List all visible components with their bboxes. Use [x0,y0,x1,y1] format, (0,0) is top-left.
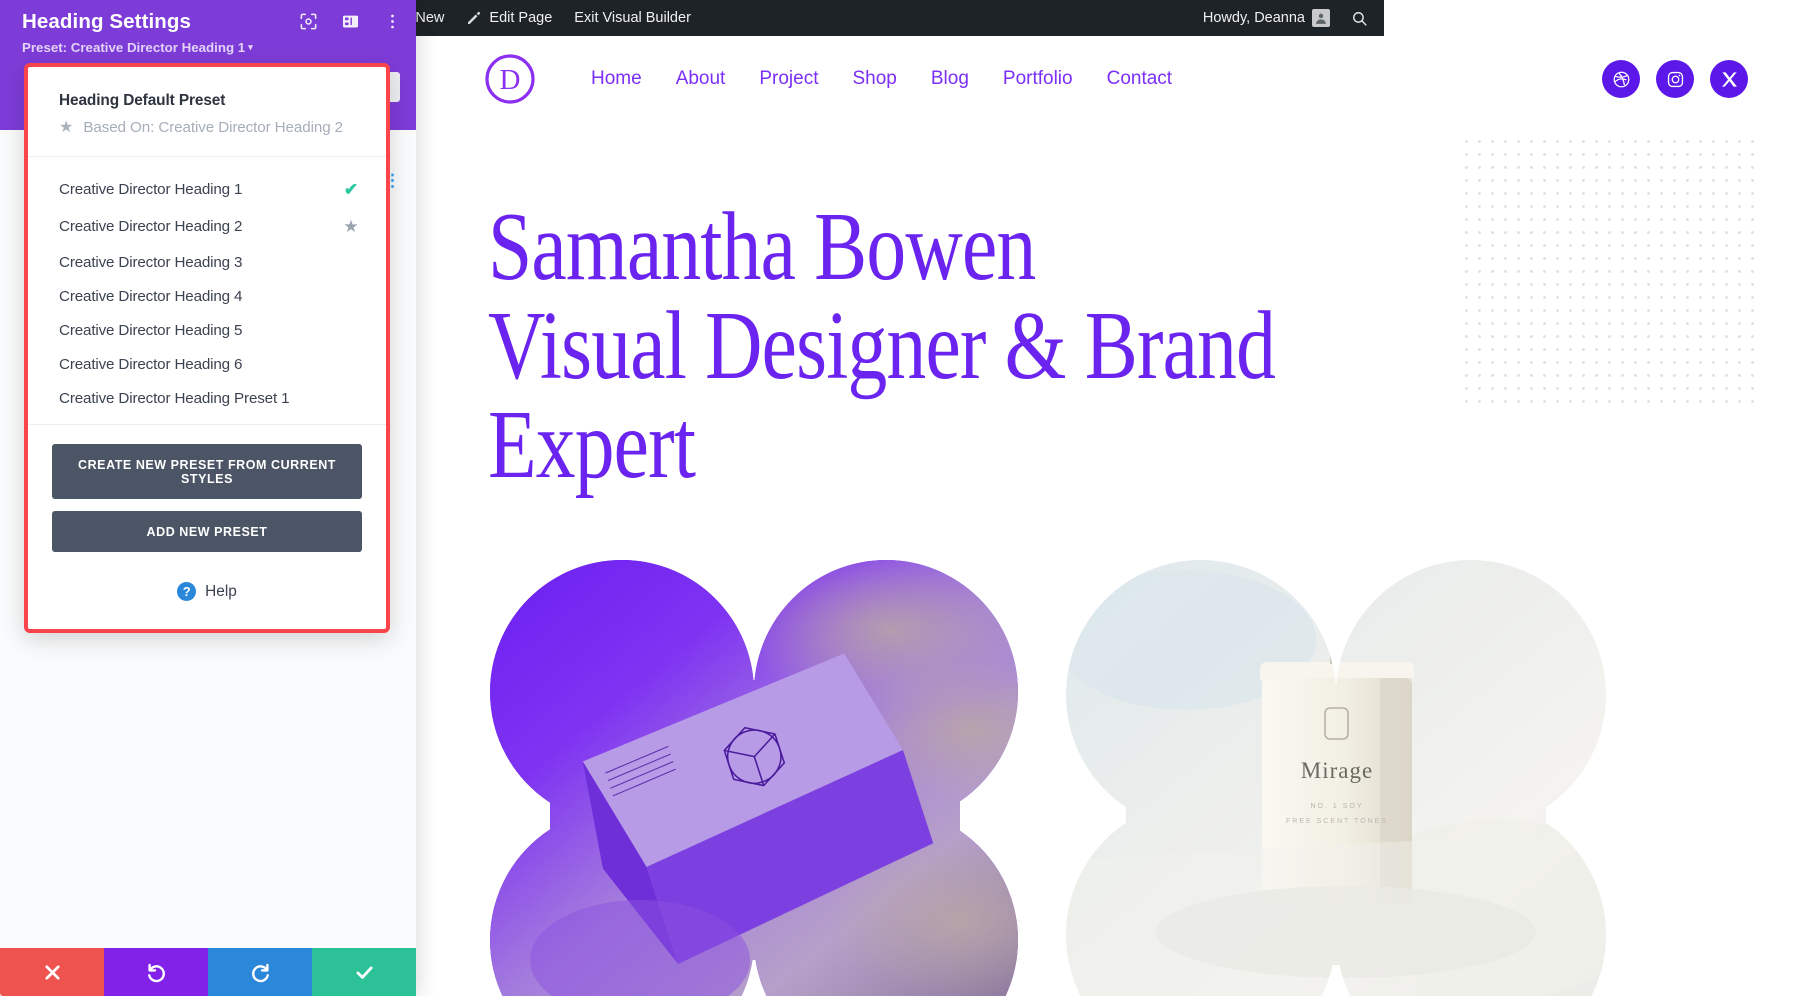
nav-link-about[interactable]: About [659,68,743,90]
nav-link-portfolio[interactable]: Portfolio [986,68,1090,90]
preset-label: Creative Director Heading 3 [59,253,243,271]
vertical-dots-icon[interactable] [383,12,402,31]
panel-preset-subtitle-text: Preset: Creative Director Heading 1 [22,40,246,55]
instagram-icon[interactable] [1656,60,1694,98]
preset-item-heading-3[interactable]: Creative Director Heading 3 [28,245,386,279]
panel-action-bar [0,948,416,996]
preset-item-heading-2[interactable]: Creative Director Heading 2 ★ [28,208,386,245]
svg-text:NO. 1 SOY: NO. 1 SOY [1310,803,1363,810]
nav-link-project[interactable]: Project [742,68,835,90]
nav-link-contact[interactable]: Contact [1090,68,1189,90]
add-new-preset-button[interactable]: ADD NEW PRESET [52,511,362,552]
create-new-preset-from-current-styles-button[interactable]: CREATE NEW PRESET FROM CURRENT STYLES [52,444,362,499]
hero-image-row: Mirage NO. 1 SOY FREE SCENT TONES [416,560,1800,996]
cancel-button[interactable] [0,948,104,996]
preset-item-heading-preset-1[interactable]: Creative Director Heading Preset 1 [28,381,386,415]
nav-link-blog[interactable]: Blog [914,68,986,90]
edit-page-label: Edit Page [489,10,553,26]
visual-builder-screen: D Home About Project Shop Blog Portfolio… [0,0,1800,996]
redo-arrow-icon [251,963,269,982]
hero-heading-line-3: Expert [488,390,696,498]
undo-button[interactable] [104,948,208,996]
checkmark-icon [356,966,373,979]
undo-arrow-icon [147,963,165,982]
svg-text:Mirage: Mirage [1301,758,1373,783]
exit-visual-builder-button[interactable]: Exit Visual Builder [563,0,702,36]
hero-dot-pattern [1460,135,1760,405]
preset-item-heading-6[interactable]: Creative Director Heading 6 [28,347,386,381]
star-icon: ★ [59,118,74,136]
panel-layout-icon[interactable] [341,12,360,31]
preset-item-heading-5[interactable]: Creative Director Heading 5 [28,313,386,347]
site-header: D Home About Project Shop Blog Portfolio… [416,36,1800,122]
default-preset-based-on: ★ Based On: Creative Director Heading 2 [59,119,364,136]
default-preset-based-on-label: Based On: Creative Director Heading 2 [83,119,344,136]
product-image-candle: Mirage NO. 1 SOY FREE SCENT TONES [1066,560,1606,996]
exit-visual-builder-label: Exit Visual Builder [574,10,691,26]
nav-link-shop[interactable]: Shop [835,68,913,90]
help-label: Help [205,582,237,600]
x-twitter-icon[interactable] [1710,60,1748,98]
adminbar-right-group: Howdy, Deanna [1192,0,1384,36]
user-avatar-icon [1312,9,1330,27]
site-logo[interactable]: D [484,53,536,105]
chevron-down-icon: ▾ [248,42,253,52]
svg-text:FREE SCENT TONES: FREE SCENT TONES [1286,818,1388,825]
howdy-label: Howdy, Deanna [1202,10,1305,26]
search-button[interactable] [1341,0,1384,36]
product-image-purple [490,560,1018,996]
hero-heading-line-2: Visual Designer & Brand [488,291,1276,399]
social-links [1602,60,1748,98]
hero-heading-line-1: Samantha Bowen [488,193,1036,300]
preset-item-heading-4[interactable]: Creative Director Heading 4 [28,279,386,313]
new-label: New [415,10,445,26]
dribbble-icon[interactable] [1602,60,1640,98]
edit-page-button[interactable]: Edit Page [455,0,563,36]
focus-target-icon[interactable] [299,12,318,31]
panel-header: Heading Settings Preset: Creative Direct… [0,0,416,66]
close-x-icon [44,964,60,980]
svg-text:D: D [500,64,521,96]
preset-label: Creative Director Heading 4 [59,287,243,305]
preset-label: Creative Director Heading 5 [59,321,243,339]
preset-list: Creative Director Heading 1 ✔ Creative D… [28,157,386,425]
default-preset-title: Heading Default Preset [59,92,226,109]
panel-header-icon-group [299,12,402,31]
preset-label: Creative Director Heading 6 [59,355,243,373]
preset-dropdown: Heading Default Preset ★ Based On: Creat… [24,63,390,633]
question-mark-icon: ? [177,582,197,601]
preset-item-heading-1[interactable]: Creative Director Heading 1 ✔ [28,171,386,208]
site-navigation: Home About Project Shop Blog Portfolio C… [574,68,1189,90]
default-preset-section[interactable]: Heading Default Preset ★ Based On: Creat… [28,67,386,157]
pencil-icon [466,10,482,26]
hero-heading[interactable]: Samantha Bowen Visual Designer & Brand E… [488,193,1324,498]
active-check-icon: ✔ [343,179,359,199]
nav-link-home[interactable]: Home [574,68,659,90]
help-link[interactable]: ? Help [28,558,386,629]
heading-settings-panel: Heading Settings Preset: Creative Direct… [0,0,416,996]
panel-preset-subtitle[interactable]: Preset: Creative Director Heading 1 ▾ [22,36,398,59]
preset-label: Creative Director Heading 2 [59,218,243,235]
save-button[interactable] [312,948,416,996]
redo-button[interactable] [208,948,312,996]
howdy-user-button[interactable]: Howdy, Deanna [1192,0,1341,36]
search-icon [1351,10,1368,27]
preset-label: Creative Director Heading Preset 1 [59,389,290,407]
preset-actions: CREATE NEW PRESET FROM CURRENT STYLES AD… [28,425,386,558]
site-preview-area: D Home About Project Shop Blog Portfolio… [416,0,1800,996]
default-star-icon: ★ [343,216,359,236]
preset-label: Creative Director Heading 1 [59,181,243,198]
